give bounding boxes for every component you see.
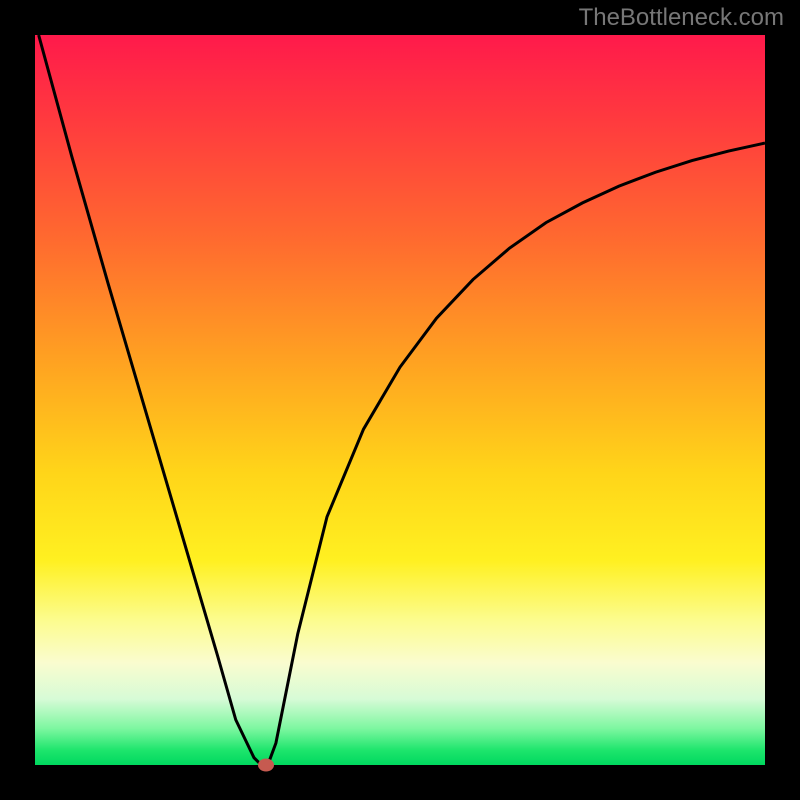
watermark-text: TheBottleneck.com bbox=[579, 4, 784, 32]
chart-curve bbox=[35, 35, 765, 765]
curve-path bbox=[39, 35, 765, 765]
chart-frame: TheBottleneck.com bbox=[0, 0, 800, 800]
plot-area bbox=[35, 35, 765, 765]
min-marker-icon bbox=[258, 759, 274, 772]
